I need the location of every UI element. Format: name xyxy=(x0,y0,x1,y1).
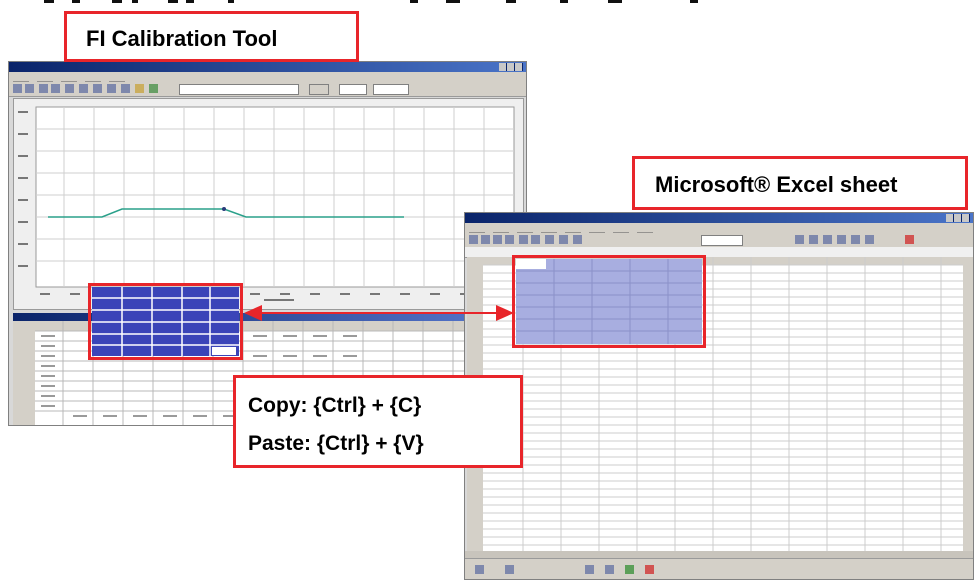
fi-calibration-tool-window xyxy=(8,61,527,426)
font-name-dropdown[interactable] xyxy=(701,235,743,246)
toolbar-icon[interactable] xyxy=(795,235,804,244)
toolbar-icon[interactable] xyxy=(531,235,540,244)
fi-dropdown-button[interactable] xyxy=(309,84,329,95)
toolbar-icon[interactable] xyxy=(585,565,594,574)
fi-menu-bar xyxy=(9,72,526,85)
toolbar-icon[interactable] xyxy=(65,84,74,93)
excel-title-bar xyxy=(465,213,973,223)
fi-field[interactable] xyxy=(339,84,367,95)
window-controls-icon[interactable] xyxy=(946,214,970,222)
toolbar-icon[interactable] xyxy=(13,84,22,93)
toolbar-icon[interactable] xyxy=(645,565,654,574)
toolbar-icon[interactable] xyxy=(135,84,144,93)
toolbar-icon[interactable] xyxy=(837,235,846,244)
toolbar-icon[interactable] xyxy=(107,84,116,93)
font-color-icon[interactable] xyxy=(905,235,914,244)
toolbar-icon[interactable] xyxy=(149,84,158,93)
paste-shortcut-text: Paste: {Ctrl} + {V} xyxy=(248,432,424,455)
copy-paste-shortcut-box: Copy: {Ctrl} + {C} Paste: {Ctrl} + {V} xyxy=(233,375,523,468)
fi-chart xyxy=(18,106,515,301)
toolbar-icon[interactable] xyxy=(823,235,832,244)
toolbar-icon[interactable] xyxy=(493,235,502,244)
fi-calibration-tool-label: FI Calibration Tool xyxy=(64,11,359,62)
fi-calibration-tool-text: FI Calibration Tool xyxy=(86,26,278,51)
toolbar-icon[interactable] xyxy=(51,84,60,93)
toolbar-icon[interactable] xyxy=(865,235,874,244)
toolbar-icon[interactable] xyxy=(469,235,478,244)
toolbar-icon[interactable] xyxy=(79,84,88,93)
cropped-top-text xyxy=(0,0,980,8)
fi-chart-panel xyxy=(13,98,524,310)
toolbar-icon[interactable] xyxy=(475,565,484,574)
excel-toolbar xyxy=(465,233,973,248)
excel-sheet-text: Microsoft® Excel sheet xyxy=(655,172,898,197)
toolbar-icon[interactable] xyxy=(39,84,48,93)
fi-toolbar xyxy=(9,82,526,97)
toolbar-icon[interactable] xyxy=(573,235,582,244)
toolbar-icon[interactable] xyxy=(605,565,614,574)
toolbar-icon[interactable] xyxy=(559,235,568,244)
excel-drawing-toolbar xyxy=(465,558,973,579)
toolbar-icon[interactable] xyxy=(505,565,514,574)
excel-sheet-label: Microsoft® Excel sheet xyxy=(632,156,968,210)
toolbar-icon[interactable] xyxy=(25,84,34,93)
toolbar-icon[interactable] xyxy=(505,235,514,244)
fi-selection-highlight xyxy=(88,283,243,360)
chart-point xyxy=(222,207,226,211)
toolbar-icon[interactable] xyxy=(851,235,860,244)
window-controls-icon[interactable] xyxy=(499,63,523,71)
fi-dropdown[interactable] xyxy=(179,84,299,95)
toolbar-icon[interactable] xyxy=(93,84,102,93)
bidirectional-arrow-icon xyxy=(244,305,514,321)
toolbar-icon[interactable] xyxy=(481,235,490,244)
excel-menu-bar xyxy=(465,223,973,236)
toolbar-icon[interactable] xyxy=(625,565,634,574)
toolbar-icon[interactable] xyxy=(809,235,818,244)
toolbar-icon[interactable] xyxy=(519,235,528,244)
fi-title-bar xyxy=(9,62,526,72)
fi-field[interactable] xyxy=(373,84,409,95)
toolbar-icon[interactable] xyxy=(545,235,554,244)
copy-shortcut-text: Copy: {Ctrl} + {C} xyxy=(248,394,422,417)
excel-selection-highlight xyxy=(512,255,706,348)
toolbar-icon[interactable] xyxy=(121,84,130,93)
